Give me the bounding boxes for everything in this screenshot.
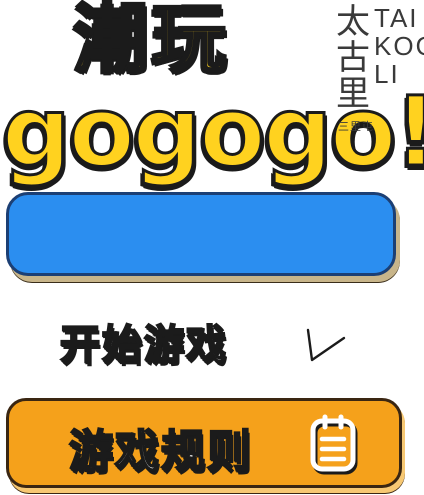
start-game-label: 开始游戏: [59, 321, 228, 369]
clipboard-icon: [310, 414, 358, 475]
brand-cn-text: 太 古 里: [336, 2, 370, 114]
checkmark-icon: [306, 328, 346, 362]
start-game-button[interactable]: 开始游戏: [59, 312, 360, 370]
brand-location: 三里屯: [338, 120, 374, 133]
title-line-1: 潮玩: [73, 0, 230, 82]
blue-banner-bar: [6, 192, 396, 276]
brand-en-text: TAI KOO LI: [374, 3, 424, 89]
taikooli-logo: 太 古 里 TAI KOO LI 三里屯: [336, 2, 424, 134]
game-rules-label: 游戏规则: [68, 425, 253, 478]
game-rules-button[interactable]: 游戏规则: [6, 398, 402, 488]
